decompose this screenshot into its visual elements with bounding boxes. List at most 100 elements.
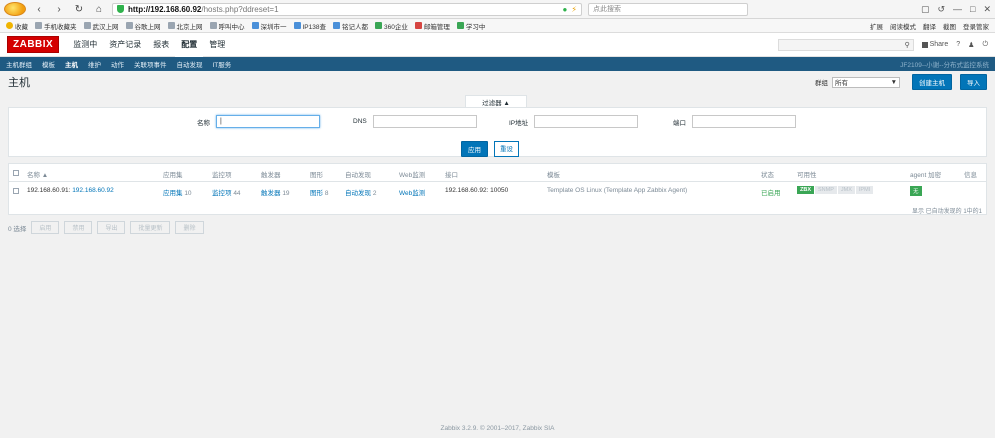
host-prefix: 192.168.60.91: (27, 187, 71, 194)
table-header: 名称 ▲ 应用集 监控项 触发器 图形 自动发现 Web监测 接口 模板 状态 … (9, 164, 986, 182)
subnav-maintenance[interactable]: 维护 (88, 59, 101, 69)
select-all-checkbox[interactable] (13, 170, 19, 176)
bookmark-item[interactable]: 360企业 (375, 21, 408, 31)
home-icon[interactable]: ⌂ (92, 2, 106, 16)
mass-actions: 0 选择 启用 禁用 导出 批量更新 删除 (8, 221, 987, 234)
screenshot-icon[interactable]: ▢ (921, 4, 930, 15)
subnav-templates[interactable]: 模板 (42, 59, 55, 69)
interface-value: 192.168.60.92: 10050 (445, 187, 509, 194)
menu-administration[interactable]: 管理 (203, 33, 231, 57)
triggers-link[interactable]: 触发器 (261, 190, 281, 197)
create-host-button[interactable]: 创建主机 (912, 74, 952, 90)
filter-name-label: 名称 (197, 119, 210, 127)
templates-value[interactable]: Template OS Linux (Template App Zabbix A… (547, 187, 687, 194)
applications-count: 10 (184, 190, 192, 197)
subnav-discovery[interactable]: 自动发现 (177, 59, 203, 69)
filter-dns-label: DNS (353, 118, 367, 125)
bookmark-item[interactable]: IP138查 (293, 21, 326, 31)
global-search-input[interactable]: ⚲ (777, 38, 914, 51)
items-link[interactable]: 监控项 (212, 190, 232, 197)
browser-search-input[interactable]: 点此搜索 (588, 2, 748, 16)
subnav-it-services[interactable]: IT服务 (213, 59, 232, 69)
bookmark-item[interactable]: 北京上网 (167, 21, 203, 31)
applications-link[interactable]: 应用集 (163, 190, 183, 197)
subnav-event-correlation[interactable]: 关联项事件 (134, 59, 167, 69)
table-row: 192.168.60.91: 192.168.60.92 应用集 10 监控项 … (9, 182, 986, 200)
filter-tab[interactable]: 过滤器 ▲ (465, 95, 527, 107)
filter-apply-button[interactable]: 应用 (461, 141, 488, 157)
menu-monitoring[interactable]: 监测中 (67, 33, 103, 57)
triggers-count: 19 (282, 190, 290, 197)
browser-toolbar: ‹ › ↻ ⌂ http://192.168.60.92/hosts.php?d… (0, 0, 995, 19)
discovery-link[interactable]: 自动发现 (345, 190, 371, 197)
bookmark-item[interactable]: 深圳市一 (251, 21, 287, 31)
bookmark-icon (209, 22, 217, 29)
bookmark-right-item[interactable]: 截图 (943, 21, 956, 31)
delete-button[interactable]: 删除 (175, 221, 204, 234)
bookmark-right-item[interactable]: 翻译 (923, 21, 936, 31)
bookmark-item[interactable]: 武汉上网 (83, 21, 119, 31)
enable-button[interactable]: 启用 (31, 221, 60, 234)
filter-ip-input[interactable] (534, 115, 639, 128)
page-footer: Zabbix 3.2.9. © 2001–2017, Zabbix SIA (440, 425, 555, 432)
zabbix-logo[interactable]: ZABBIX (7, 36, 60, 53)
share-button[interactable]: Share (921, 41, 948, 48)
address-bar[interactable]: http://192.168.60.92/hosts.php?ddreset=1… (112, 2, 582, 16)
filter-panel: 名称 | DNS IP地址 端口 应用 重设 (8, 107, 987, 157)
bookmark-item[interactable]: 学习中 (456, 21, 485, 31)
import-button[interactable]: 导入 (960, 74, 987, 90)
bookmarks-bar: 收藏 手机收藏夹 武汉上网 谷歌上网 北京上网 呼叫中心 深圳市一 IP138查… (0, 19, 995, 33)
availability-jmx: JMX (837, 186, 855, 194)
search-icon[interactable]: ⚲ (904, 41, 909, 49)
user-icon[interactable]: ♟ (968, 41, 974, 49)
mass-update-button[interactable]: 批量更新 (130, 221, 171, 234)
filter-name-input[interactable]: | (216, 115, 320, 128)
bolt-icon[interactable]: ⚡ (571, 5, 577, 14)
bookmark-right-item[interactable]: 扩展 (870, 21, 883, 31)
availability-ipmi: IPMI (855, 186, 874, 194)
close-icon[interactable]: ✕ (983, 4, 991, 15)
minimize-icon[interactable]: — (953, 4, 962, 15)
reload-icon[interactable]: ↻ (72, 2, 86, 16)
web-link[interactable]: Web监测 (399, 187, 425, 197)
host-name-link[interactable]: 192.168.60.92 (72, 187, 114, 194)
col-applications: 应用集 (163, 172, 183, 179)
filter-port-label: 端口 (673, 119, 686, 127)
graphs-link[interactable]: 图形 (310, 190, 323, 197)
row-checkbox[interactable] (13, 188, 19, 194)
subnav-host-groups[interactable]: 主机群组 (6, 59, 32, 69)
col-items: 监控项 (212, 172, 232, 179)
back-icon[interactable]: ‹ (32, 2, 46, 16)
subnav-hosts[interactable]: 主机 (65, 59, 78, 69)
status-badge[interactable]: 已启用 (761, 187, 781, 197)
col-status[interactable]: 状态 (761, 169, 774, 179)
filter-port-input[interactable] (692, 115, 796, 128)
bookmark-item[interactable]: 邮箱管理 (414, 21, 450, 31)
bookmark-item[interactable]: 呼叫中心 (209, 21, 245, 31)
restore-icon[interactable]: □ (970, 4, 975, 15)
bookmark-right-item[interactable]: 阅读模式 (890, 21, 916, 31)
items-count: 44 (233, 190, 241, 197)
menu-configuration[interactable]: 配置 (175, 32, 204, 57)
menu-reports[interactable]: 报表 (147, 33, 175, 57)
group-select[interactable]: 所有 ▼ (832, 76, 900, 88)
discovery-count: 2 (372, 190, 377, 197)
bookmark-item[interactable]: 铭记人都 (333, 21, 368, 31)
disable-button[interactable]: 禁用 (64, 221, 93, 234)
encryption-badge: 无 (910, 186, 922, 196)
subnav-actions[interactable]: 动作 (111, 59, 124, 69)
bookmark-right-item[interactable]: 登录管家 (963, 21, 989, 31)
export-button[interactable]: 导出 (97, 221, 126, 234)
filter-dns-input[interactable] (372, 115, 477, 128)
filter-reset-button[interactable]: 重设 (494, 141, 519, 157)
bookmark-item[interactable]: 手机收藏夹 (35, 21, 77, 31)
logout-icon[interactable]: ⏻ (982, 41, 988, 49)
forward-icon[interactable]: › (52, 2, 66, 16)
bookmark-item[interactable]: 收藏 (6, 21, 28, 31)
col-name[interactable]: 名称 ▲ (27, 169, 48, 179)
col-web: Web监测 (399, 172, 426, 179)
menu-inventory[interactable]: 资产记录 (103, 33, 147, 57)
help-icon[interactable]: ? (956, 41, 960, 48)
bookmark-item[interactable]: 谷歌上网 (125, 21, 161, 31)
undo-icon[interactable]: ↺ (937, 4, 945, 15)
